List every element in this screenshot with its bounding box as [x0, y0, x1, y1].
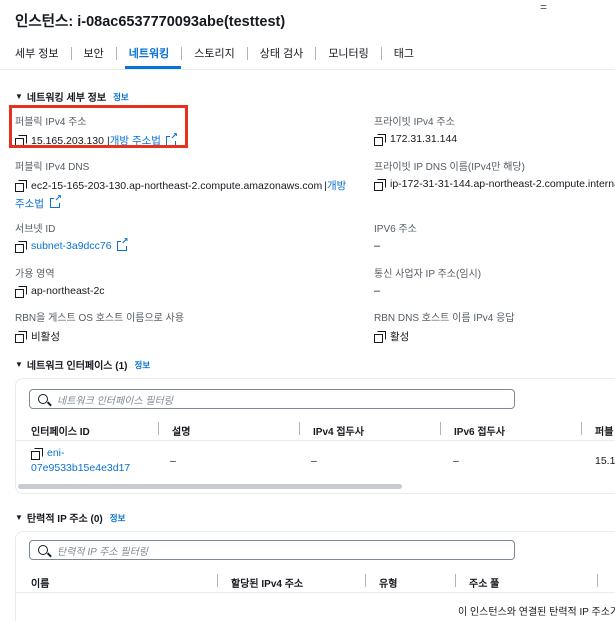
section-title: 네트워킹 세부 정보: [26, 93, 107, 104]
tab-storage[interactable]: 스토리지: [182, 45, 246, 61]
private-dns-field: 프라이빗 IP DNS 이름(IPv4만 해당) ip-172-31-31-14…: [374, 158, 615, 191]
column-header[interactable]: 인터페이스 ID: [31, 423, 90, 438]
copy-icon[interactable]: [31, 448, 43, 460]
column-header[interactable]: 설명: [172, 423, 190, 438]
row-divider: [16, 440, 615, 441]
subnet-field: 서브넷 ID subnet-3a9dcc76: [15, 220, 129, 253]
caret-down-icon: ▼: [15, 92, 23, 101]
field-label: RBN을 게스트 OS 호스트 이름으로 사용: [15, 313, 185, 324]
filter-placeholder: 네트워크 인터페이스 필터링: [57, 395, 173, 407]
eni-link[interactable]: eni-: [47, 446, 65, 461]
tab-bar: 세부 정보 보안 네트워킹 스토리지 상태 검사 모니터링 태그: [15, 46, 426, 60]
rbn-hostname-field: RBN을 게스트 OS 호스트 이름으로 사용 비활성: [15, 309, 184, 344]
description-cell: –: [170, 455, 176, 467]
ipv4-prefix-cell: –: [311, 455, 317, 467]
copy-icon[interactable]: [15, 331, 27, 343]
ipv6-value: –: [374, 240, 381, 252]
column-header[interactable]: 이름: [31, 575, 49, 590]
info-link[interactable]: 정보: [135, 359, 151, 371]
network-interfaces-header[interactable]: ▼ 네트워크 인터페이스 (1) 정보: [15, 357, 151, 373]
field-label: 프라이빗 IPv4 주소: [374, 117, 455, 128]
copy-icon[interactable]: [374, 331, 386, 343]
empty-state-text: 이 인스턴스와 연결된 탄력적 IP 주소가: [458, 607, 615, 618]
horizontal-scrollbar[interactable]: [18, 484, 402, 489]
column-header[interactable]: 할당된 IPv4 주소: [231, 575, 303, 590]
menu-icon[interactable]: =: [540, 0, 547, 14]
column-header[interactable]: IPv6 접두사: [454, 423, 505, 438]
row-divider: [16, 592, 615, 593]
column-divider[interactable]: [299, 422, 300, 435]
elastic-ip-header[interactable]: ▼ 탄력적 IP 주소 (0) 정보: [15, 510, 126, 526]
caret-down-icon: ▼: [15, 360, 23, 369]
field-label: 프라이빗 IP DNS 이름(IPv4만 해당): [374, 162, 525, 173]
page-title: 인스턴스: i-08ac6537770093abe(testtest): [15, 14, 286, 30]
tab-tags[interactable]: 태그: [382, 45, 426, 61]
search-icon: [38, 545, 48, 555]
ipv6-prefix-cell: –: [453, 455, 459, 467]
subnet-link[interactable]: subnet-3a9dcc76: [31, 240, 112, 252]
filter-placeholder: 탄력적 IP 주소 필터링: [57, 546, 149, 558]
private-ipv4-value: 172.31.31.144: [390, 133, 458, 145]
carrier-ip-field: 통신 사업자 IP 주소(임시) –: [374, 265, 481, 297]
ipv6-field: IPV6 주소 –: [374, 220, 417, 252]
field-label: 가용 영역: [15, 269, 55, 280]
highlight-box: [9, 105, 188, 148]
copy-icon[interactable]: [15, 240, 27, 253]
copy-icon[interactable]: [374, 178, 386, 191]
field-label: 서브넷 ID: [15, 224, 56, 235]
column-divider[interactable]: [581, 422, 582, 435]
carrier-ip-value: –: [374, 285, 381, 297]
column-header[interactable]: 유형: [379, 575, 397, 590]
column-header[interactable]: 퍼블: [595, 423, 613, 438]
field-label: 퍼블릭 IPv4 DNS: [15, 162, 90, 173]
az-value: ap-northeast-2c: [31, 285, 105, 297]
elastic-ip-filter-input[interactable]: 탄력적 IP 주소 필터링: [29, 540, 515, 560]
column-divider[interactable]: [455, 574, 456, 587]
tab-monitoring[interactable]: 모니터링: [316, 45, 380, 61]
field-label: RBN DNS 호스트 이름 IPv4 응답: [374, 313, 515, 324]
table-row: eni- 07e9533b15e4e3d17: [31, 446, 130, 476]
interface-filter-input[interactable]: 네트워크 인터페이스 필터링: [29, 389, 515, 409]
network-details-header[interactable]: ▼ 네트워킹 세부 정보 정보: [15, 89, 129, 105]
private-dns-value: ip-172-31-31-144.ap-northeast-2.compute.…: [390, 178, 615, 190]
copy-icon[interactable]: [15, 285, 27, 298]
column-divider[interactable]: [365, 574, 366, 587]
rbn-dns-field: RBN DNS 호스트 이름 IPv4 응답 활성: [374, 309, 515, 344]
open-address-link-cont[interactable]: 주소법: [15, 198, 44, 210]
rbn-hostname-value: 비활성: [31, 331, 60, 343]
copy-icon[interactable]: [15, 180, 27, 192]
public-dns-value: ec2-15-165-203-130.ap-northeast-2.comput…: [31, 179, 323, 192]
info-link[interactable]: 정보: [110, 512, 126, 524]
external-link-icon[interactable]: [116, 236, 129, 251]
column-divider[interactable]: [440, 422, 441, 435]
section-title: 탄력적 IP 주소 (0): [26, 514, 103, 525]
tab-security[interactable]: 보안: [72, 45, 116, 61]
public-dns-field: 퍼블릭 IPv4 DNS ec2-15-165-203-130.ap-north…: [15, 158, 346, 211]
tab-status-checks[interactable]: 상태 검사: [248, 45, 316, 61]
tabs-divider: [0, 69, 615, 70]
availability-zone-field: 가용 영역 ap-northeast-2c: [15, 265, 105, 298]
field-label: 통신 사업자 IP 주소(임시): [374, 269, 482, 280]
column-header[interactable]: 주소 풀: [469, 575, 499, 590]
column-header[interactable]: IPv4 접두사: [313, 423, 364, 438]
copy-icon[interactable]: [374, 133, 386, 146]
field-label: IPV6 주소: [374, 224, 417, 235]
column-divider[interactable]: [158, 422, 159, 435]
public-ip-cell: 15.1: [595, 455, 615, 467]
column-divider[interactable]: [597, 574, 598, 587]
private-ipv4-field: 프라이빗 IPv4 주소 172.31.31.144: [374, 113, 458, 146]
column-divider[interactable]: [217, 574, 218, 587]
rbn-dns-value: 활성: [390, 331, 410, 343]
section-title: 네트워크 인터페이스 (1): [26, 361, 128, 372]
eni-link-cont[interactable]: 07e9533b15e4e3d17: [31, 461, 130, 476]
tab-networking[interactable]: 네트워킹: [117, 45, 181, 61]
info-link[interactable]: 정보: [113, 91, 129, 103]
tab-details[interactable]: 세부 정보: [15, 45, 71, 61]
open-address-link[interactable]: 개방: [327, 178, 346, 193]
external-link-icon[interactable]: [49, 193, 62, 208]
search-icon: [38, 394, 48, 404]
caret-down-icon: ▼: [15, 513, 23, 522]
